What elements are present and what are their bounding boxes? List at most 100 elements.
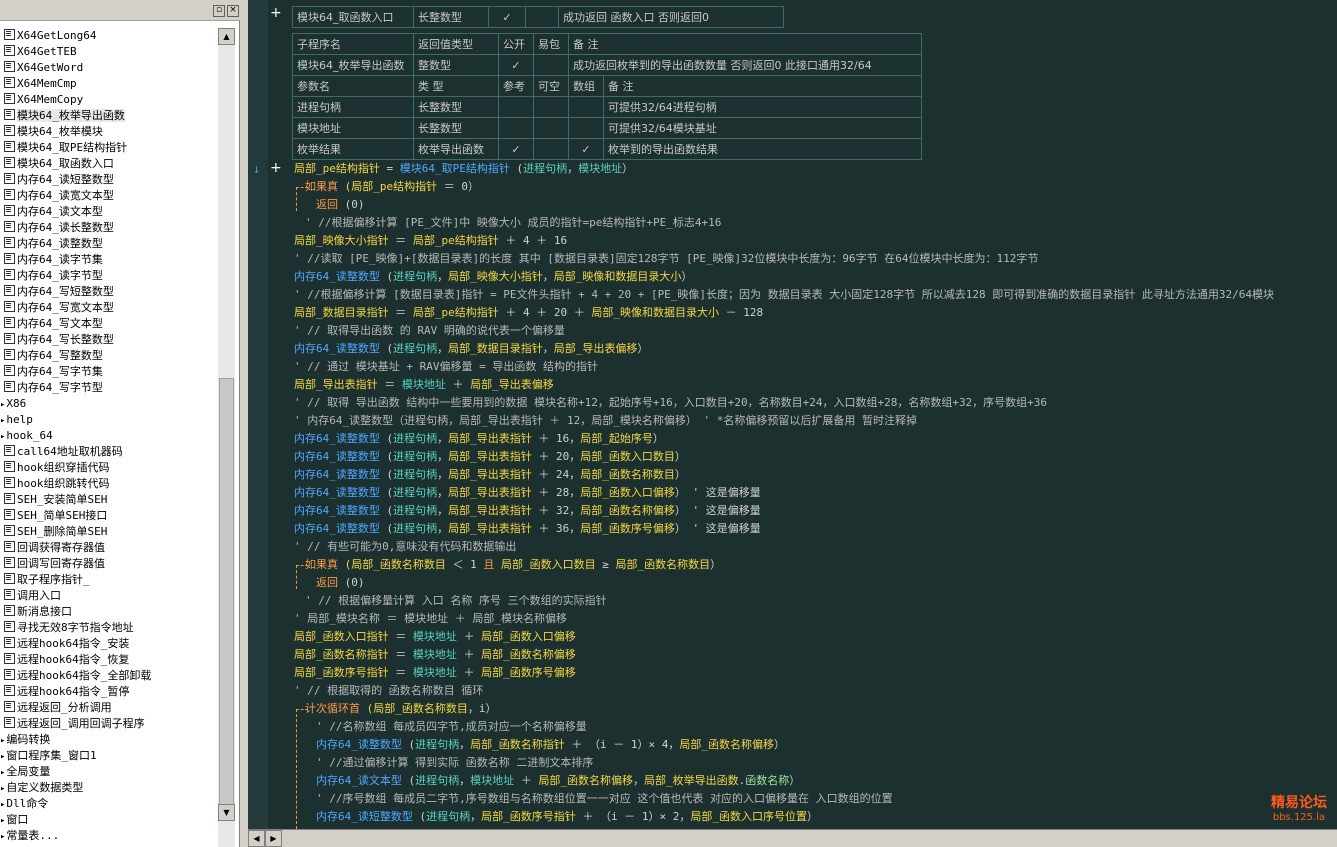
code-line[interactable]: 内存64_读整数型 (进程句柄，局部_导出表指针 ＋ 36，局部_函数序号偏移）… bbox=[294, 520, 761, 538]
code-line[interactable]: 局部_函数名称指针 ＝ 模块地址 ＋ 局部_函数名称偏移 bbox=[294, 646, 576, 664]
code-line[interactable]: 内存64_读整数型 (进程句柄，局部_映像大小指针，局部_映像和数据目录大小） bbox=[294, 268, 692, 286]
tree-item[interactable]: X64GetWord bbox=[0, 60, 218, 76]
param-remark-cell[interactable]: 可提供32/64模块基址 bbox=[603, 117, 922, 139]
param-name-cell[interactable]: 模块地址 bbox=[292, 117, 414, 139]
param-remark-cell[interactable]: 枚举到的导出函数结果 bbox=[603, 138, 922, 160]
param-type-cell[interactable]: 枚举导出函数 bbox=[413, 138, 499, 160]
code-line[interactable]: ' //根据偏移计算 [数据目录表]指针 = PE文件头指针 + 4 + 20 … bbox=[294, 286, 1274, 304]
code-line[interactable]: 计次循环首 (局部_函数名称数目，i） bbox=[305, 700, 497, 718]
code-line[interactable]: ' 内存64_读整数型（进程句柄，局部_导出表指针 ＋ 12，局部_模块名称偏移… bbox=[294, 412, 917, 430]
tree-item[interactable]: SEH_安装简单SEH bbox=[0, 492, 218, 508]
close-icon[interactable]: × bbox=[227, 5, 239, 17]
tree-item[interactable]: 模块64_枚举模块 bbox=[0, 124, 218, 140]
restore-icon[interactable]: ▫ bbox=[213, 5, 225, 17]
tree-item[interactable]: SEH_简单SEH接口 bbox=[0, 508, 218, 524]
tree-item[interactable]: X64MemCopy bbox=[0, 92, 218, 108]
tree-item[interactable]: ▸窗口 bbox=[0, 812, 218, 828]
code-line[interactable]: ' // 根据偏移量计算 入口 名称 序号 三个数组的实际指针 bbox=[305, 592, 607, 610]
tree-item[interactable]: ▸自定义数据类型 bbox=[0, 780, 218, 796]
param-array-cell[interactable] bbox=[568, 117, 604, 139]
param-array-check-icon[interactable]: ✓ bbox=[568, 138, 604, 160]
tree-item[interactable]: X64GetTEB bbox=[0, 44, 218, 60]
code-line[interactable]: ' //读取 [PE_映像]+[数据目录表]的长度 其中 [数据目录表]固定12… bbox=[294, 250, 1038, 268]
code-line[interactable]: 如果真 (局部_pe结构指针 ＝ 0） bbox=[305, 178, 479, 196]
tree-item[interactable]: 内存64_读文本型 bbox=[0, 204, 218, 220]
tree-item[interactable]: hook组织跳转代码 bbox=[0, 476, 218, 492]
tree-item[interactable]: 内存64_读字节型 bbox=[0, 268, 218, 284]
sub-name-cell[interactable]: 模块64_取函数入口 bbox=[292, 6, 414, 28]
plus-icon[interactable]: + bbox=[270, 160, 282, 176]
param-reference-cell[interactable] bbox=[498, 96, 534, 118]
code-editor[interactable]: + ↓ + 模块64_取函数入口 长整数型 ✓ 成功返回 函数入口 否则返回0 … bbox=[248, 0, 1337, 829]
code-line[interactable]: 局部_函数序号指针 ＝ 模块地址 ＋ 局部_函数序号偏移 bbox=[294, 664, 576, 682]
public-check-icon[interactable]: ✓ bbox=[488, 6, 526, 28]
return-type-cell[interactable]: 长整数型 bbox=[413, 6, 489, 28]
sub-name-cell[interactable]: 模块64_枚举导出函数 bbox=[292, 54, 414, 76]
scroll-up-icon[interactable]: ▲ bbox=[218, 28, 235, 45]
param-reference-cell[interactable] bbox=[498, 117, 534, 139]
code-line[interactable]: 内存64_读整数型 (进程句柄，局部_导出表指针 ＋ 16，局部_起始序号） bbox=[294, 430, 664, 448]
scroll-down-icon[interactable]: ▼ bbox=[218, 804, 235, 821]
tree-item[interactable]: 内存64_读整数型 bbox=[0, 236, 218, 252]
param-nullable-cell[interactable] bbox=[533, 96, 569, 118]
code-line[interactable]: 局部_映像大小指针 ＝ 局部_pe结构指针 ＋ 4 ＋ 16 bbox=[294, 232, 567, 250]
code-line[interactable]: ' // 有些可能为0,意味没有代码和数据输出 bbox=[294, 538, 516, 556]
tree-item[interactable]: 内存64_读短整数型 bbox=[0, 172, 218, 188]
tree-item[interactable]: 内存64_写整数型 bbox=[0, 348, 218, 364]
tree-item[interactable]: 远程返回_分析调用 bbox=[0, 700, 218, 716]
scroll-left-icon[interactable]: ◀ bbox=[248, 830, 265, 847]
code-line[interactable]: ' // 根据取得的 函数名称数目 循环 bbox=[294, 682, 483, 700]
tree-item[interactable]: ▸X86 bbox=[0, 396, 218, 412]
tree-item[interactable]: ▸全局变量 bbox=[0, 764, 218, 780]
tree-item[interactable]: 远程hook64指令_安装 bbox=[0, 636, 218, 652]
tree-item[interactable]: 内存64_读字节集 bbox=[0, 252, 218, 268]
code-line[interactable]: 内存64_读整数型 (进程句柄，局部_函数名称指针 ＋ （i － 1）× 4，局… bbox=[316, 736, 785, 754]
code-line[interactable]: ' //名称数组 每成员四字节,成员对应一个名称偏移量 bbox=[316, 718, 587, 736]
param-nullable-cell[interactable] bbox=[533, 117, 569, 139]
code-line[interactable]: 内存64_读整数型 (进程句柄，局部_导出表指针 ＋ 32，局部_函数名称偏移）… bbox=[294, 502, 761, 520]
tree-item[interactable]: 模块64_枚举导出函数 bbox=[0, 108, 218, 124]
code-line[interactable]: 局部_数据目录指针 ＝ 局部_pe结构指针 ＋ 4 ＋ 20 ＋ 局部_映像和数… bbox=[294, 304, 763, 322]
code-line[interactable]: ' //根据偏移计算 [PE_文件]中 映像大小 成员的指针=pe结构指针+PE… bbox=[305, 214, 721, 232]
tree-item[interactable]: 内存64_写字节集 bbox=[0, 364, 218, 380]
tree-item[interactable]: 远程hook64指令_全部卸载 bbox=[0, 668, 218, 684]
tree-item[interactable]: 调用入口 bbox=[0, 588, 218, 604]
param-type-cell[interactable]: 长整数型 bbox=[413, 96, 499, 118]
code-line[interactable]: 返回 (0) bbox=[316, 574, 365, 592]
tree-item[interactable]: 取子程序指针_ bbox=[0, 572, 218, 588]
param-nullable-cell[interactable] bbox=[533, 138, 569, 160]
tree-item[interactable]: ▸help bbox=[0, 412, 218, 428]
code-line[interactable]: ' //序号数组 每成员二字节,序号数组与名称数组位置一一对应 这个值也代表 对… bbox=[316, 790, 893, 808]
scroll-right-icon[interactable]: ▶ bbox=[265, 830, 282, 847]
tree-item[interactable]: 新消息接口 bbox=[0, 604, 218, 620]
code-line[interactable]: 内存64_读整数型 (进程句柄，局部_导出表指针 ＋ 24，局部_函数名称数目） bbox=[294, 466, 686, 484]
tree-item[interactable]: X64MemCmp bbox=[0, 76, 218, 92]
tree-item[interactable]: 内存64_写字节型 bbox=[0, 380, 218, 396]
code-line[interactable]: 内存64_读整数型 (进程句柄，局部_导出表指针 ＋ 28，局部_函数入口偏移）… bbox=[294, 484, 761, 502]
code-line[interactable]: ' // 取得 导出函数 结构中一些要用到的数据 模块名称+12，起始序号+16… bbox=[294, 394, 1047, 412]
tree-item[interactable]: 内存64_写宽文本型 bbox=[0, 300, 218, 316]
scroll-thumb[interactable] bbox=[219, 378, 234, 818]
return-type-cell[interactable]: 整数型 bbox=[413, 54, 499, 76]
code-line[interactable]: 局部_导出表指针 ＝ 模块地址 ＋ 局部_导出表偏移 bbox=[294, 376, 554, 394]
tree-item[interactable]: 内存64_读宽文本型 bbox=[0, 188, 218, 204]
code-line[interactable]: 内存64_读整数型 (进程句柄，局部_数据目录指针，局部_导出表偏移） bbox=[294, 340, 648, 358]
tree-vertical-scrollbar[interactable]: ▲ ▼ bbox=[218, 28, 235, 847]
tree-item[interactable]: 寻找无效8字节指令地址 bbox=[0, 620, 218, 636]
code-line[interactable]: ' //通过偏移计算 得到实际 函数名称 二进制文本排序 bbox=[316, 754, 593, 772]
tree-item[interactable]: 远程hook64指令_暂停 bbox=[0, 684, 218, 700]
tree-item[interactable]: 内存64_读长整数型 bbox=[0, 220, 218, 236]
code-line[interactable]: ' 局部_模块名称 ＝ 模块地址 ＋ 局部_模块名称偏移 bbox=[294, 610, 567, 628]
param-reference-check-icon[interactable]: ✓ bbox=[498, 138, 534, 160]
easy-pack-cell[interactable] bbox=[533, 54, 569, 76]
code-line[interactable]: 如果真 (局部_函数名称数目 ＜ 1 且 局部_函数入口数目 ≥ 局部_函数名称… bbox=[305, 556, 721, 574]
tree-item[interactable]: ▸常量表... bbox=[0, 828, 218, 844]
code-line[interactable]: 局部_函数入口指针 ＝ 模块地址 ＋ 局部_函数入口偏移 bbox=[294, 628, 576, 646]
editor-horizontal-scrollbar[interactable]: ◀ ▶ bbox=[248, 829, 1337, 847]
code-line[interactable]: 内存64_读文本型 (进程句柄，模块地址 ＋ 局部_函数名称偏移，局部_枚举导出… bbox=[316, 772, 800, 790]
code-line[interactable]: ' // 取得导出函数 的 RAV 明确的说代表一个偏移量 bbox=[294, 322, 565, 340]
tree-item[interactable]: 远程返回_调用回调子程序 bbox=[0, 716, 218, 732]
code-line[interactable]: 返回 (0) bbox=[316, 196, 365, 214]
public-check-icon[interactable]: ✓ bbox=[498, 54, 534, 76]
tree-item[interactable]: 内存64_写长整数型 bbox=[0, 332, 218, 348]
